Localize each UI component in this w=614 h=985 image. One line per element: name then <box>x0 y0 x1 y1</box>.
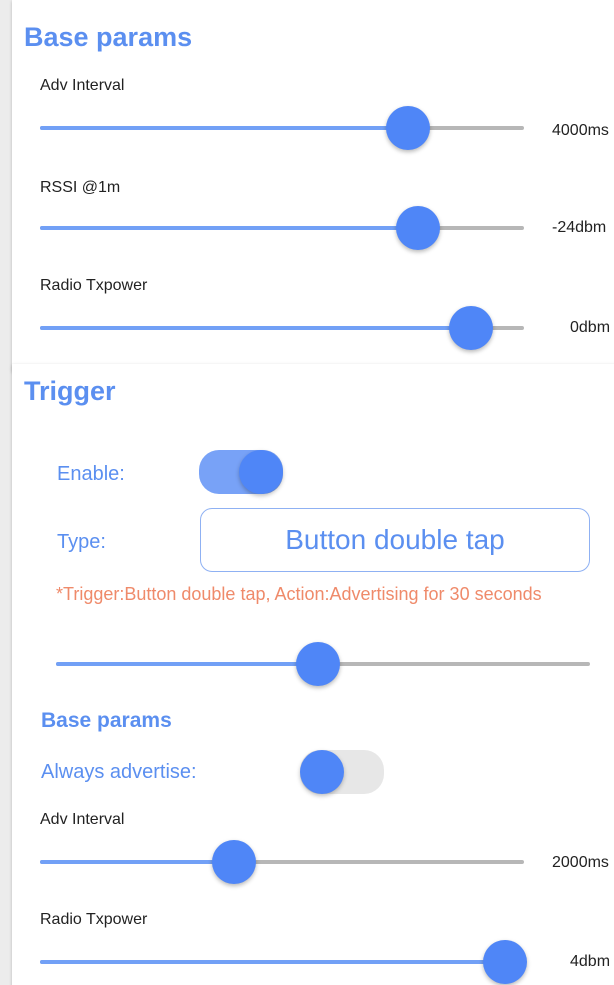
slider-thumb[interactable] <box>295 642 340 686</box>
slider-fill <box>40 126 408 130</box>
trigger-slider[interactable] <box>56 642 590 686</box>
trigger-title: Trigger <box>24 376 116 406</box>
toggle-knob <box>239 450 283 494</box>
enable-label: Enable: <box>57 463 125 485</box>
trigger-radio-txpower-label: Radio Txpower <box>40 911 148 928</box>
rssi-slider[interactable] <box>40 206 524 250</box>
slider-fill <box>40 326 471 330</box>
slider-thumb[interactable] <box>211 840 256 884</box>
slider-fill <box>40 860 234 864</box>
trigger-adv-interval-label: Adv Interval <box>40 811 125 828</box>
slider-fill <box>40 226 418 230</box>
trigger-radio-txpower-slider[interactable] <box>40 940 527 984</box>
slider-thumb[interactable] <box>385 106 430 150</box>
slider-fill <box>56 662 318 666</box>
radio-txpower-value: 0dbm <box>570 319 611 336</box>
trigger-type-select[interactable]: Button double tap <box>200 508 590 572</box>
rssi-value: -24dbm <box>552 219 607 236</box>
base-params-card: Base params Adv Interval 4000ms RSSI @1m… <box>12 0 614 372</box>
radio-txpower-label: Radio Txpower <box>40 277 148 294</box>
settings-page: Base params Adv Interval 4000ms RSSI @1m… <box>0 0 614 985</box>
trigger-card: Trigger Enable: Type: Button double tap … <box>12 364 614 985</box>
adv-interval-label: Adv Interval <box>40 77 125 94</box>
type-label: Type: <box>57 531 106 553</box>
trigger-note: *Trigger:Button double tap, Action:Adver… <box>56 584 542 604</box>
adv-interval-slider[interactable] <box>40 106 524 150</box>
enable-toggle[interactable] <box>199 450 283 494</box>
slider-fill <box>40 960 505 964</box>
rssi-label: RSSI @1m <box>40 179 121 196</box>
trigger-base-params-title: Base params <box>41 709 172 732</box>
slider-thumb[interactable] <box>395 206 440 250</box>
base-params-title: Base params <box>24 22 193 52</box>
trigger-adv-interval-slider[interactable] <box>40 840 524 884</box>
always-advertise-toggle[interactable] <box>300 750 384 794</box>
slider-thumb[interactable] <box>482 940 527 984</box>
toggle-knob <box>300 750 344 794</box>
adv-interval-value: 4000ms <box>552 122 609 139</box>
trigger-radio-txpower-value: 4dbm <box>570 953 611 970</box>
trigger-adv-interval-value: 2000ms <box>552 854 609 871</box>
radio-txpower-slider[interactable] <box>40 306 524 350</box>
always-advertise-label: Always advertise: <box>41 761 197 783</box>
slider-thumb[interactable] <box>448 306 493 350</box>
